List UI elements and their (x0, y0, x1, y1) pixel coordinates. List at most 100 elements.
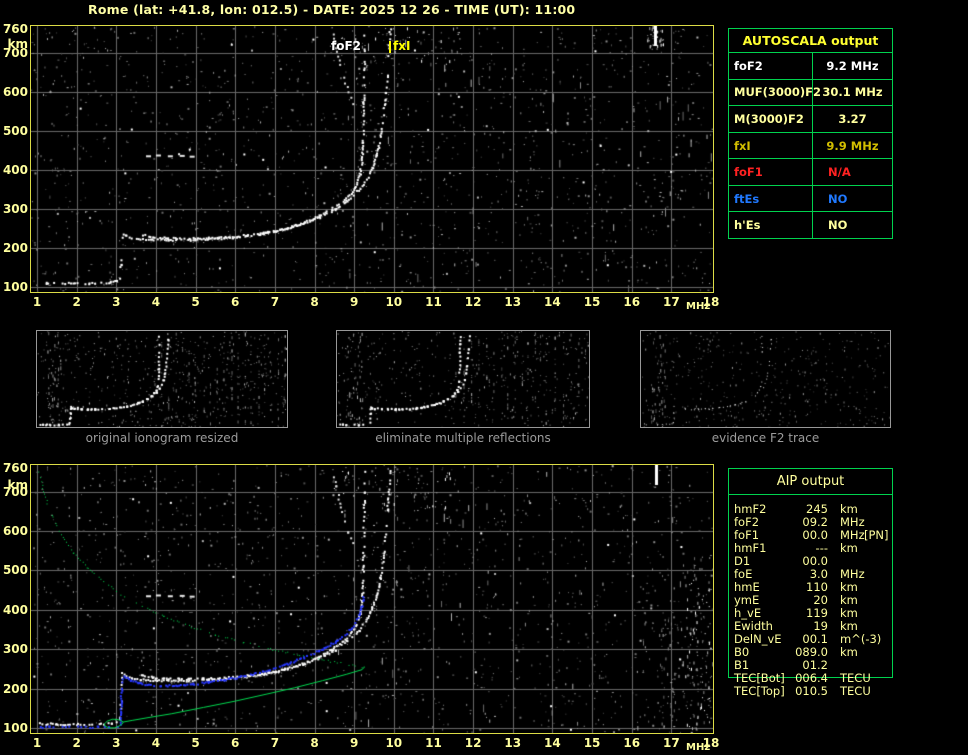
y-tick-label: 200 (2, 240, 28, 255)
autoscala-row-label: MUF(3000)F2 (729, 79, 821, 106)
y-tick-label: 100 (2, 279, 28, 294)
autoscala-row-value: 3.27 (838, 111, 867, 126)
thumbnail-evidence-canvas (641, 331, 890, 427)
autoscala-row: M(3000)F2 3.27 (729, 105, 892, 132)
autoscala-output-panel: AUTOSCALA output foF2 9.2 MHz MUF(3000)F2 3… (728, 28, 893, 239)
top-ionogram-plot (30, 25, 714, 293)
x-tick-label: 12 (464, 736, 482, 750)
x-tick-label: 15 (583, 736, 601, 750)
aip-param-unit: km (840, 541, 858, 555)
y-tick-label: 500 (2, 123, 28, 138)
x-tick-label: 2 (72, 736, 81, 750)
x-tick-label: 17 (662, 736, 680, 750)
y-tick-label: 100 (2, 720, 28, 735)
x-tick-label: 12 (464, 295, 482, 309)
y-tick-label: 600 (2, 84, 28, 99)
x-tick-label: 2 (72, 295, 81, 309)
aip-panel-title: AIP output (729, 469, 892, 495)
autoscala-window: { "header": {"title": "Rome (lat: +41.8,… (0, 0, 968, 755)
autoscala-row-label: foF2 (729, 53, 813, 79)
autoscala-row-value: NO (828, 218, 848, 233)
aip-param-unit: km (840, 645, 858, 659)
autoscala-row: MUF(3000)F2 30.1 MHz (729, 78, 892, 106)
y-tick-label: 760 (2, 22, 28, 37)
autoscala-rows: foF2 9.2 MHz MUF(3000)F2 30.1 MHz M(3000)F2 3… (729, 52, 892, 239)
bottom-ionogram-canvas (31, 465, 713, 733)
autoscala-row-label: fxI (729, 132, 813, 159)
x-tick-label: 14 (544, 295, 561, 309)
aip-row: TEC[Top] 010.5 TECU (728, 685, 891, 698)
y-tick-label: 400 (2, 162, 28, 177)
y-tick-label: 400 (2, 602, 28, 617)
x-tick-label: 1 (32, 736, 42, 750)
x-tick-label: 11 (425, 736, 442, 750)
x-tick-label: 10 (385, 736, 403, 750)
fxI-marker-icon (389, 41, 391, 53)
x-tick-label: 8 (310, 295, 319, 309)
window-title: Rome (lat: +41.8, lon: 012.5) - DATE: 20… (88, 2, 576, 17)
autoscala-row-label: foF1 (729, 159, 813, 185)
x-tick-label: 3 (112, 295, 121, 309)
y-tick-label: 500 (2, 563, 28, 578)
autoscala-row-label: ftEs (729, 185, 813, 212)
x-tick-label: 13 (504, 736, 522, 750)
x-axis-unit-label-bottom: MHz (686, 742, 711, 753)
autoscala-row-label: h'Es (729, 212, 813, 239)
autoscala-row-label: M(3000)F2 (729, 106, 813, 132)
autoscala-row-value: NO (828, 191, 848, 206)
y-tick-label: 200 (2, 681, 28, 696)
x-tick-label: 7 (270, 295, 280, 309)
aip-param-note: [PN] (864, 528, 889, 542)
autoscala-row: h'Es NO (729, 211, 892, 239)
x-tick-label: 15 (583, 295, 601, 309)
y-axis-unit-label: km (7, 37, 28, 51)
y-tick-label: 300 (2, 201, 28, 216)
thumbnail-caption-evidence: evidence F2 trace (711, 431, 820, 445)
autoscala-panel-title: AUTOSCALA output (742, 33, 879, 48)
aip-param-unit: TECU (840, 684, 871, 698)
x-tick-label: 10 (385, 295, 403, 309)
aip-param-name: TEC[Top] (734, 684, 785, 698)
autoscala-row: ftEs NO (729, 184, 892, 212)
x-tick-label: 8 (310, 736, 319, 750)
x-tick-label: 11 (425, 295, 442, 309)
x-tick-label: 13 (504, 295, 522, 309)
autoscala-row-value: N/A (828, 165, 851, 180)
thumbnail-original-canvas (37, 331, 287, 427)
bottom-ionogram-plot (30, 464, 714, 734)
x-tick-label: 5 (191, 736, 200, 750)
top-ionogram-canvas (31, 26, 713, 292)
thumbnail-caption-eliminate: eliminate multiple reflections (375, 431, 551, 445)
autoscala-row: foF1 N/A (729, 158, 892, 185)
y-axis-unit-label-bottom: km (7, 478, 28, 492)
x-tick-label: 6 (231, 736, 240, 750)
thumbnail-caption-original: original ionogram resized (85, 431, 239, 445)
x-tick-label: 16 (623, 736, 641, 750)
x-tick-label: 17 (662, 295, 680, 309)
autoscala-row-value: 9.9 MHz (826, 138, 879, 153)
x-tick-label: 9 (349, 736, 359, 750)
fxI-trace-label: fxI (393, 39, 411, 53)
autoscala-row-value: 9.2 MHz (826, 58, 879, 73)
autoscala-row: fxI 9.9 MHz (729, 131, 892, 159)
thumbnail-evidence-f2 (640, 330, 891, 428)
x-axis-unit-label: MHz (686, 301, 711, 312)
autoscala-row-value: 30.1 MHz (822, 85, 883, 100)
x-tick-label: 16 (623, 295, 641, 309)
autoscala-row: foF2 9.2 MHz (729, 52, 892, 79)
y-tick-label: 760 (2, 461, 28, 476)
thumbnail-eliminate-canvas (337, 331, 589, 427)
x-tick-label: 4 (151, 736, 161, 750)
x-tick-label: 9 (349, 295, 359, 309)
aip-rows: hmF2 245 km foF2 09.2 MHz foF1 00.0 MHz [PN] hmF1-… (728, 503, 891, 698)
x-tick-label: 14 (544, 736, 561, 750)
thumbnail-original-ionogram (36, 330, 288, 428)
x-tick-label: 6 (231, 295, 240, 309)
x-tick-label: 7 (270, 736, 280, 750)
x-tick-label: 5 (191, 295, 200, 309)
x-tick-label: 3 (112, 736, 121, 750)
y-tick-label: 300 (2, 642, 28, 657)
x-tick-label: 1 (32, 295, 42, 309)
thumbnail-eliminate-reflections (336, 330, 590, 428)
foF2-trace-label: foF2 (331, 39, 362, 53)
